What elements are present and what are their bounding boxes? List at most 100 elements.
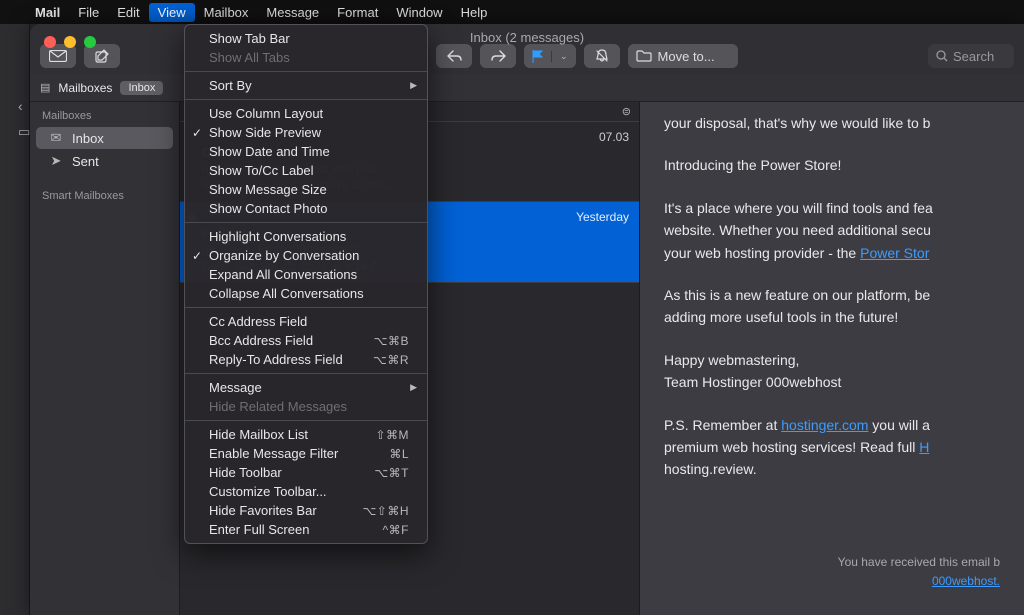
menu-item-use-column-layout[interactable]: Use Column Layout (185, 104, 427, 123)
menu-item-show-date-and-time[interactable]: Show Date and Time (185, 142, 427, 161)
menu-item-label: Collapse All Conversations (209, 286, 364, 301)
menu-item-label: Expand All Conversations (209, 267, 357, 282)
menu-item-customize-toolbar[interactable]: Customize Toolbar... (185, 482, 427, 501)
forward-icon (491, 50, 506, 62)
email-text: your disposal, that's why we would like … (664, 112, 1000, 134)
mute-button[interactable] (584, 44, 620, 68)
favorites-inbox-pill[interactable]: Inbox (120, 81, 163, 95)
menu-separator (185, 307, 427, 308)
flag-button[interactable]: ⌄ (524, 44, 576, 68)
menu-item-hide-toolbar[interactable]: Hide Toolbar ⌥⌘T (185, 463, 427, 482)
menu-separator (185, 99, 427, 100)
review-link[interactable]: H (919, 439, 929, 455)
menu-format[interactable]: Format (328, 3, 387, 22)
menu-separator (185, 71, 427, 72)
menu-separator (185, 420, 427, 421)
menu-shortcut: ^⌘F (383, 523, 409, 537)
os-menu-bar: Mail File Edit View Mailbox Message Form… (0, 0, 1024, 24)
menu-item-label: Hide Toolbar (209, 465, 282, 480)
menu-item-label: Hide Related Messages (209, 399, 347, 414)
menu-shortcut: ⌥⌘B (374, 334, 409, 348)
paperplane-icon: ➤ (48, 153, 64, 169)
menu-app[interactable]: Mail (26, 3, 69, 22)
power-store-link[interactable]: Power Stor (860, 245, 929, 261)
filter-icon[interactable]: ⊜ (622, 105, 631, 118)
move-to-label: Move to... (658, 49, 715, 64)
email-body: your disposal, that's why we would like … (640, 102, 1024, 615)
folder-icon[interactable]: ▭ (18, 124, 30, 140)
flag-icon (524, 50, 551, 63)
menu-item-show-to-cc-label[interactable]: Show To/Cc Label (185, 161, 427, 180)
menu-view[interactable]: View (149, 3, 195, 22)
menu-item-show-message-size[interactable]: Show Message Size (185, 180, 427, 199)
sidebar-item-label: Inbox (72, 131, 104, 146)
email-text: As this is a new feature on our platform… (664, 284, 1000, 329)
email-text: It's a place where you will find tools a… (664, 197, 1000, 264)
menu-item-label: Customize Toolbar... (209, 484, 327, 499)
menu-shortcut: ⌥⌘T (374, 466, 409, 480)
move-to-button[interactable]: Move to... (628, 44, 738, 68)
reply-icon (447, 50, 462, 62)
sidebar-item-sent[interactable]: ➤ Sent (36, 150, 173, 172)
menu-item-expand-all-conversations[interactable]: Expand All Conversations (185, 265, 427, 284)
sidebar-item-inbox[interactable]: ✉ Inbox (36, 127, 173, 149)
menu-window[interactable]: Window (387, 3, 451, 22)
menu-help[interactable]: Help (452, 3, 497, 22)
favorites-mailboxes-label[interactable]: Mailboxes (58, 81, 112, 95)
menu-item-label: Show Date and Time (209, 144, 330, 159)
back-icon[interactable]: ‹ (18, 98, 23, 114)
window-title: Inbox (2 messages) (30, 30, 1024, 45)
menu-item-label: Hide Favorites Bar (209, 503, 317, 518)
menu-item-show-tab-bar[interactable]: Show Tab Bar (185, 29, 427, 48)
menu-item-highlight-conversations[interactable]: Highlight Conversations (185, 227, 427, 246)
menu-item-label: Highlight Conversations (209, 229, 346, 244)
menu-item-label: Reply-To Address Field (209, 352, 343, 367)
menu-item-show-side-preview[interactable]: Show Side Preview (185, 123, 427, 142)
menu-item-collapse-all-conversations[interactable]: Collapse All Conversations (185, 284, 427, 303)
search-input[interactable]: Search (928, 44, 1014, 68)
menu-item-sort-by[interactable]: Sort By (185, 76, 427, 95)
menu-edit[interactable]: Edit (108, 3, 148, 22)
menu-item-label: Show Side Preview (209, 125, 321, 140)
menu-item-label: Show Tab Bar (209, 31, 290, 46)
menu-item-show-all-tabs: Show All Tabs (185, 48, 427, 67)
menu-file[interactable]: File (69, 3, 108, 22)
view-menu-dropdown: Show Tab Bar Show All Tabs Sort By Use Colu… (184, 24, 428, 544)
favorites-bar: ▤ Mailboxes Inbox (30, 74, 1024, 102)
chevron-down-icon[interactable]: ⌄ (551, 51, 576, 62)
menu-item-enter-full-screen[interactable]: Enter Full Screen ^⌘F (185, 520, 427, 539)
menu-shortcut: ⌥⌘R (373, 353, 409, 367)
forward-button[interactable] (480, 44, 516, 68)
menu-item-bcc-address-field[interactable]: Bcc Address Field⌥⌘B (185, 331, 427, 350)
menu-item-hide-mailbox-list[interactable]: Hide Mailbox List ⇧⌘M (185, 425, 427, 444)
reply-button[interactable] (436, 44, 472, 68)
menu-item-label: Sort By (209, 78, 252, 93)
email-text: Introducing the Power Store! (664, 154, 1000, 176)
menu-item-label: Show Contact Photo (209, 201, 328, 216)
message-date: Yesterday (576, 210, 629, 224)
menu-item-label: Hide Mailbox List (209, 427, 308, 442)
mail-window: Inbox (2 messages) ⌄ Move to... Search (30, 24, 1024, 615)
email-text: Happy webmastering, Team Hostinger 000we… (664, 349, 1000, 394)
menu-mailbox[interactable]: Mailbox (195, 3, 258, 22)
menu-shortcut: ⇧⌘M (375, 428, 409, 442)
menu-item-label: Use Column Layout (209, 106, 323, 121)
menu-item-cc-address-field[interactable]: Cc Address Field (185, 312, 427, 331)
menu-item-hide-related-messages: Hide Related Messages (185, 397, 427, 416)
footer-link[interactable]: 000webhost. (932, 574, 1000, 588)
menu-item-label: Enter Full Screen (209, 522, 309, 537)
menu-item-show-contact-photo[interactable]: Show Contact Photo (185, 199, 427, 218)
menu-separator (185, 222, 427, 223)
menu-item-label: Show All Tabs (209, 50, 290, 65)
menu-item-message[interactable]: Message (185, 378, 427, 397)
menu-item-hide-favorites-bar[interactable]: Hide Favorites Bar⌥⇧⌘H (185, 501, 427, 520)
menu-item-reply-to-address-field[interactable]: Reply-To Address Field ⌥⌘R (185, 350, 427, 369)
menu-item-enable-message-filter[interactable]: Enable Message Filter⌘L (185, 444, 427, 463)
menu-item-organize-by-conversation[interactable]: Organize by Conversation (185, 246, 427, 265)
menu-separator (185, 373, 427, 374)
hostinger-link[interactable]: hostinger.com (781, 417, 868, 433)
email-footer: You have received this email b 000webhos… (664, 553, 1000, 591)
message-date: 07.03 (599, 130, 629, 144)
preview-pane: your disposal, that's why we would like … (640, 102, 1024, 615)
menu-message[interactable]: Message (257, 3, 328, 22)
